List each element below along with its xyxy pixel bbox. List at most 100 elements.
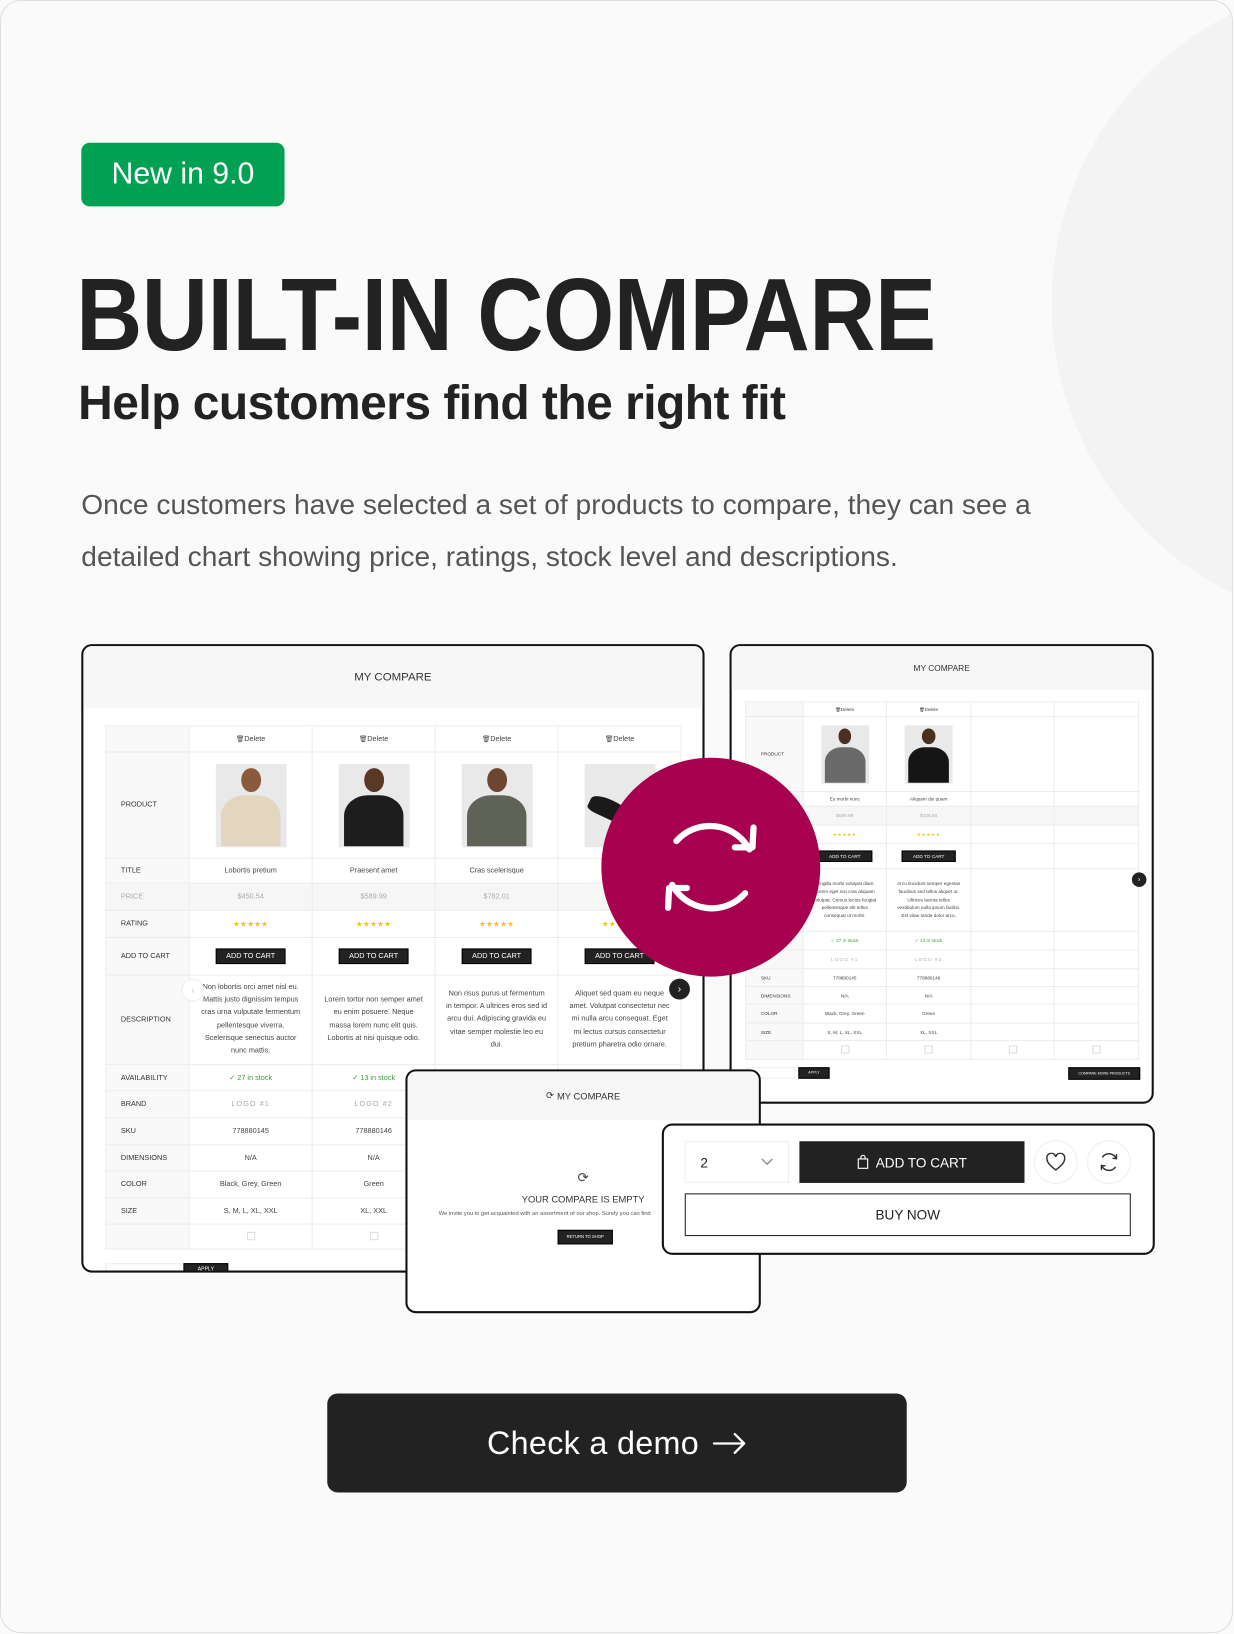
stock-text: 27 in stock bbox=[836, 937, 859, 943]
delete-button[interactable]: 🗑︎Delete bbox=[236, 736, 265, 743]
table-row-title: TITLE Lobortis pretium Praesent amet Cras s… bbox=[105, 857, 682, 884]
prev-arrow-button[interactable]: ‹ bbox=[181, 978, 205, 1002]
product-image-head bbox=[363, 768, 384, 792]
quantity-value: 2 bbox=[700, 1154, 708, 1170]
table-cell: LOGO #2 bbox=[885, 949, 972, 970]
table-cell: LOGO #1 bbox=[802, 949, 887, 970]
page-title: BUILT-IN COMPARE bbox=[76, 256, 936, 373]
product-image[interactable] bbox=[904, 724, 953, 784]
product-image[interactable] bbox=[461, 763, 533, 847]
table-cell: Non risus purus ut fermentum in tempor. … bbox=[434, 974, 559, 1066]
table-cell bbox=[1053, 805, 1140, 826]
refresh-icon bbox=[664, 822, 757, 912]
table-cell: Black, Grey, Green bbox=[802, 1003, 887, 1024]
product-title: Eu morbi nunc bbox=[829, 796, 860, 802]
table-cell bbox=[885, 1040, 972, 1060]
product-dimensions: N/A bbox=[924, 992, 933, 998]
table-cell bbox=[1053, 985, 1140, 1005]
add-to-cart-label: ADD TO CART bbox=[226, 952, 276, 960]
add-to-cart-button[interactable]: ADD TO CART bbox=[901, 850, 956, 862]
delete-button[interactable]: 🗑︎Delete bbox=[919, 707, 938, 712]
next-arrow-button[interactable]: › bbox=[669, 978, 690, 1000]
stock-status: ✓ 13 in stock bbox=[915, 937, 943, 942]
apply-label: APPLY bbox=[197, 1266, 215, 1273]
apply-button[interactable]: APPLY bbox=[183, 1263, 229, 1273]
brand-logo: LOGO #2 bbox=[354, 1100, 393, 1108]
product-description: Lorem tortor non semper amet eu enim pos… bbox=[324, 996, 423, 1042]
table-cell bbox=[188, 1223, 313, 1250]
add-to-cart-button[interactable]: ADD TO CART bbox=[215, 948, 286, 965]
table-cell: 🗑︎Delete bbox=[557, 725, 682, 753]
table-cell bbox=[1053, 701, 1140, 718]
product-color: Green bbox=[922, 1010, 936, 1017]
rating-stars: ★★★★★ bbox=[916, 831, 941, 837]
delete-button[interactable]: 🗑︎Delete bbox=[359, 736, 388, 743]
table-cell: Non lobortis orci amet nisl eu. Mattis j… bbox=[188, 974, 313, 1066]
compare-header: MY COMPARE bbox=[731, 646, 1152, 690]
row-label: COLOR bbox=[745, 1003, 804, 1024]
brand-logo: LOGO #2 bbox=[914, 956, 943, 962]
compare-checkbox[interactable] bbox=[369, 1231, 378, 1240]
table-cell: Eu morbi nunc bbox=[802, 791, 887, 807]
add-to-cart-button[interactable]: ADD TO CART bbox=[338, 948, 409, 965]
compare-header: MY COMPARE bbox=[83, 646, 703, 708]
table-cell bbox=[885, 716, 972, 793]
buy-now-button[interactable]: BUY NOW bbox=[684, 1193, 1131, 1237]
apply-button[interactable]: APPLY bbox=[798, 1067, 830, 1079]
product-sku: 778880146 bbox=[355, 1127, 392, 1135]
product-image[interactable] bbox=[820, 724, 869, 784]
table-cell: Aliquet sed quam eu neque amet. Volutpat… bbox=[557, 974, 682, 1066]
product-dimensions: N/A bbox=[244, 1154, 257, 1162]
delete-label: Delete bbox=[613, 735, 635, 744]
table-row-availability: ✓ 27 in stock ✓ 13 in stock bbox=[745, 930, 1140, 951]
table-row-title: Eu morbi nunc Aliquam dui quam bbox=[745, 791, 1140, 807]
add-to-cart-button[interactable]: ADD TO CART bbox=[799, 1141, 1025, 1183]
product-image[interactable] bbox=[215, 763, 287, 847]
product-sku: 778880145 bbox=[232, 1127, 269, 1135]
table-cell: Black, Grey, Green bbox=[188, 1170, 313, 1199]
coupon-input[interactable] bbox=[105, 1263, 181, 1271]
next-arrow-button[interactable]: › bbox=[1131, 872, 1147, 887]
delete-button[interactable]: 🗑︎Delete bbox=[605, 736, 634, 743]
compare-checkbox[interactable] bbox=[1008, 1045, 1017, 1054]
product-image-head bbox=[838, 728, 852, 745]
row-label: SIZE bbox=[745, 1022, 804, 1042]
table-row-color: COLOR Black, Grey, Green Green bbox=[745, 1003, 1140, 1024]
stock-text: 27 in stock bbox=[237, 1074, 273, 1082]
product-image-garment bbox=[824, 747, 866, 784]
delete-button[interactable]: 🗑︎Delete bbox=[835, 707, 854, 712]
quantity-select[interactable]: 2 bbox=[684, 1141, 789, 1183]
check-demo-button[interactable]: Check a demo bbox=[327, 1393, 907, 1493]
rating-stars: ★★★★★ bbox=[478, 920, 515, 929]
return-to-shop-button[interactable]: RETURN TO SHOP bbox=[557, 1229, 613, 1245]
row-label: COLOR bbox=[105, 1170, 190, 1199]
compare-checkbox[interactable] bbox=[1092, 1045, 1101, 1054]
product-image[interactable] bbox=[338, 763, 410, 847]
check-icon: ✓ bbox=[229, 1074, 238, 1082]
product-dimensions: N/A bbox=[367, 1154, 380, 1162]
add-to-cart-label: ADD TO CART bbox=[912, 853, 945, 859]
product-color: Black, Grey, Green bbox=[824, 1010, 865, 1017]
wishlist-button[interactable] bbox=[1033, 1140, 1078, 1184]
compare-more-button[interactable]: COMPARE MORE PRODUCTS bbox=[1068, 1067, 1141, 1080]
compare-button[interactable] bbox=[1087, 1140, 1131, 1184]
add-to-cart-button[interactable]: ADD TO CART bbox=[461, 948, 532, 965]
table-cell bbox=[970, 824, 1055, 845]
table-cell bbox=[970, 701, 1055, 718]
rating-stars: ★★★★★ bbox=[832, 831, 857, 837]
compare-checkbox[interactable] bbox=[246, 1231, 255, 1240]
add-to-cart-button[interactable]: ADD TO CART bbox=[817, 850, 872, 862]
table-cell: N/A bbox=[188, 1144, 313, 1172]
delete-button[interactable]: 🗑︎Delete bbox=[482, 736, 511, 743]
rating-stars: ★★★★★ bbox=[232, 920, 269, 929]
description-line: detailed chart showing price, ratings, s… bbox=[81, 540, 898, 573]
compare-checkbox[interactable] bbox=[924, 1045, 933, 1054]
table-cell: N/A bbox=[802, 985, 887, 1005]
compare-checkbox[interactable] bbox=[840, 1045, 849, 1054]
badge-text: New in 9.0 bbox=[111, 157, 255, 191]
table-row-rating: RATING★★★★★★★★★★★★★★★★★★★★ bbox=[105, 909, 682, 939]
product-image-head bbox=[921, 728, 936, 745]
row-label bbox=[745, 1040, 804, 1060]
table-cell: 778880146 bbox=[885, 968, 972, 987]
product-image-garment bbox=[466, 795, 527, 847]
